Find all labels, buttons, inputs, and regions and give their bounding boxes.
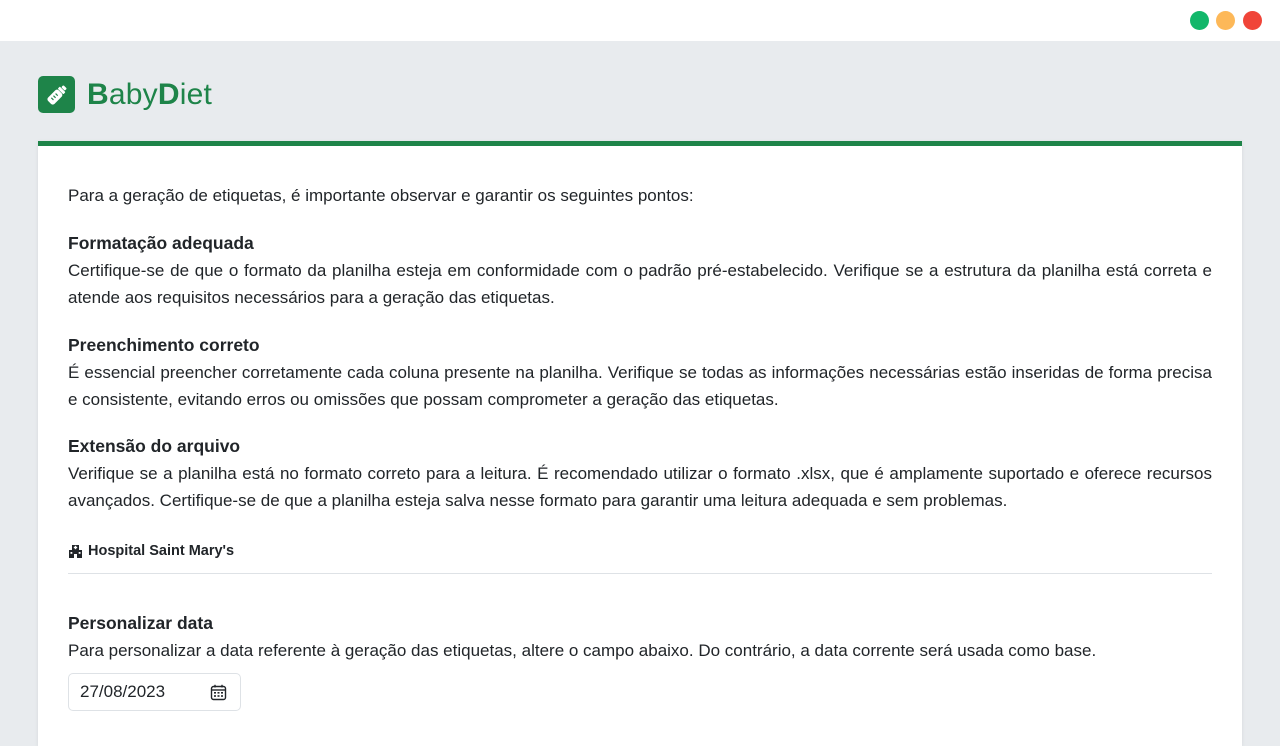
intro-text: Para a geração de etiquetas, é important… [68, 186, 694, 205]
brand-name: BabyDiet [87, 77, 213, 111]
section-title: Preenchimento correto [68, 335, 260, 355]
hospital-label: Hospital Saint Mary's [68, 543, 234, 559]
window-titlebar [0, 0, 1280, 41]
date-value: 27/08/2023 [80, 682, 166, 701]
calendar-icon[interactable] [210, 684, 227, 701]
section-title: Formatação adequada [68, 233, 254, 253]
hospital-icon [68, 544, 83, 559]
section-text: É essencial preencher corretamente cada … [68, 363, 1212, 409]
section-text: Certifique-se de que o formato da planil… [68, 261, 1212, 307]
instructions-card: Para a geração de etiquetas, é important… [38, 141, 1242, 746]
window-close-button[interactable] [1243, 11, 1262, 30]
window-maximize-button[interactable] [1190, 11, 1209, 30]
baby-bottle-icon [38, 76, 75, 113]
section-text: Verifique se a planilha está no formato … [68, 464, 1212, 510]
section-file-extension: Extensão do arquivo Verifique se a plani… [68, 433, 1212, 514]
section-title: Personalizar data [68, 613, 213, 633]
window-minimize-button[interactable] [1216, 11, 1235, 30]
hospital-name: Hospital Saint Mary's [88, 543, 235, 559]
divider [68, 573, 1212, 574]
section-title: Extensão do arquivo [68, 436, 241, 456]
section-filling: Preenchimento correto É essencial preenc… [68, 332, 1212, 413]
section-formatting: Formatação adequada Certifique-se de que… [68, 230, 1212, 311]
section-text: Para personalizar a data referente à ger… [68, 641, 1097, 660]
brand[interactable]: BabyDiet [38, 76, 212, 113]
date-input[interactable]: 27/08/2023 [68, 673, 241, 711]
section-custom-date: Personalizar data Para personalizar a da… [68, 610, 1212, 664]
